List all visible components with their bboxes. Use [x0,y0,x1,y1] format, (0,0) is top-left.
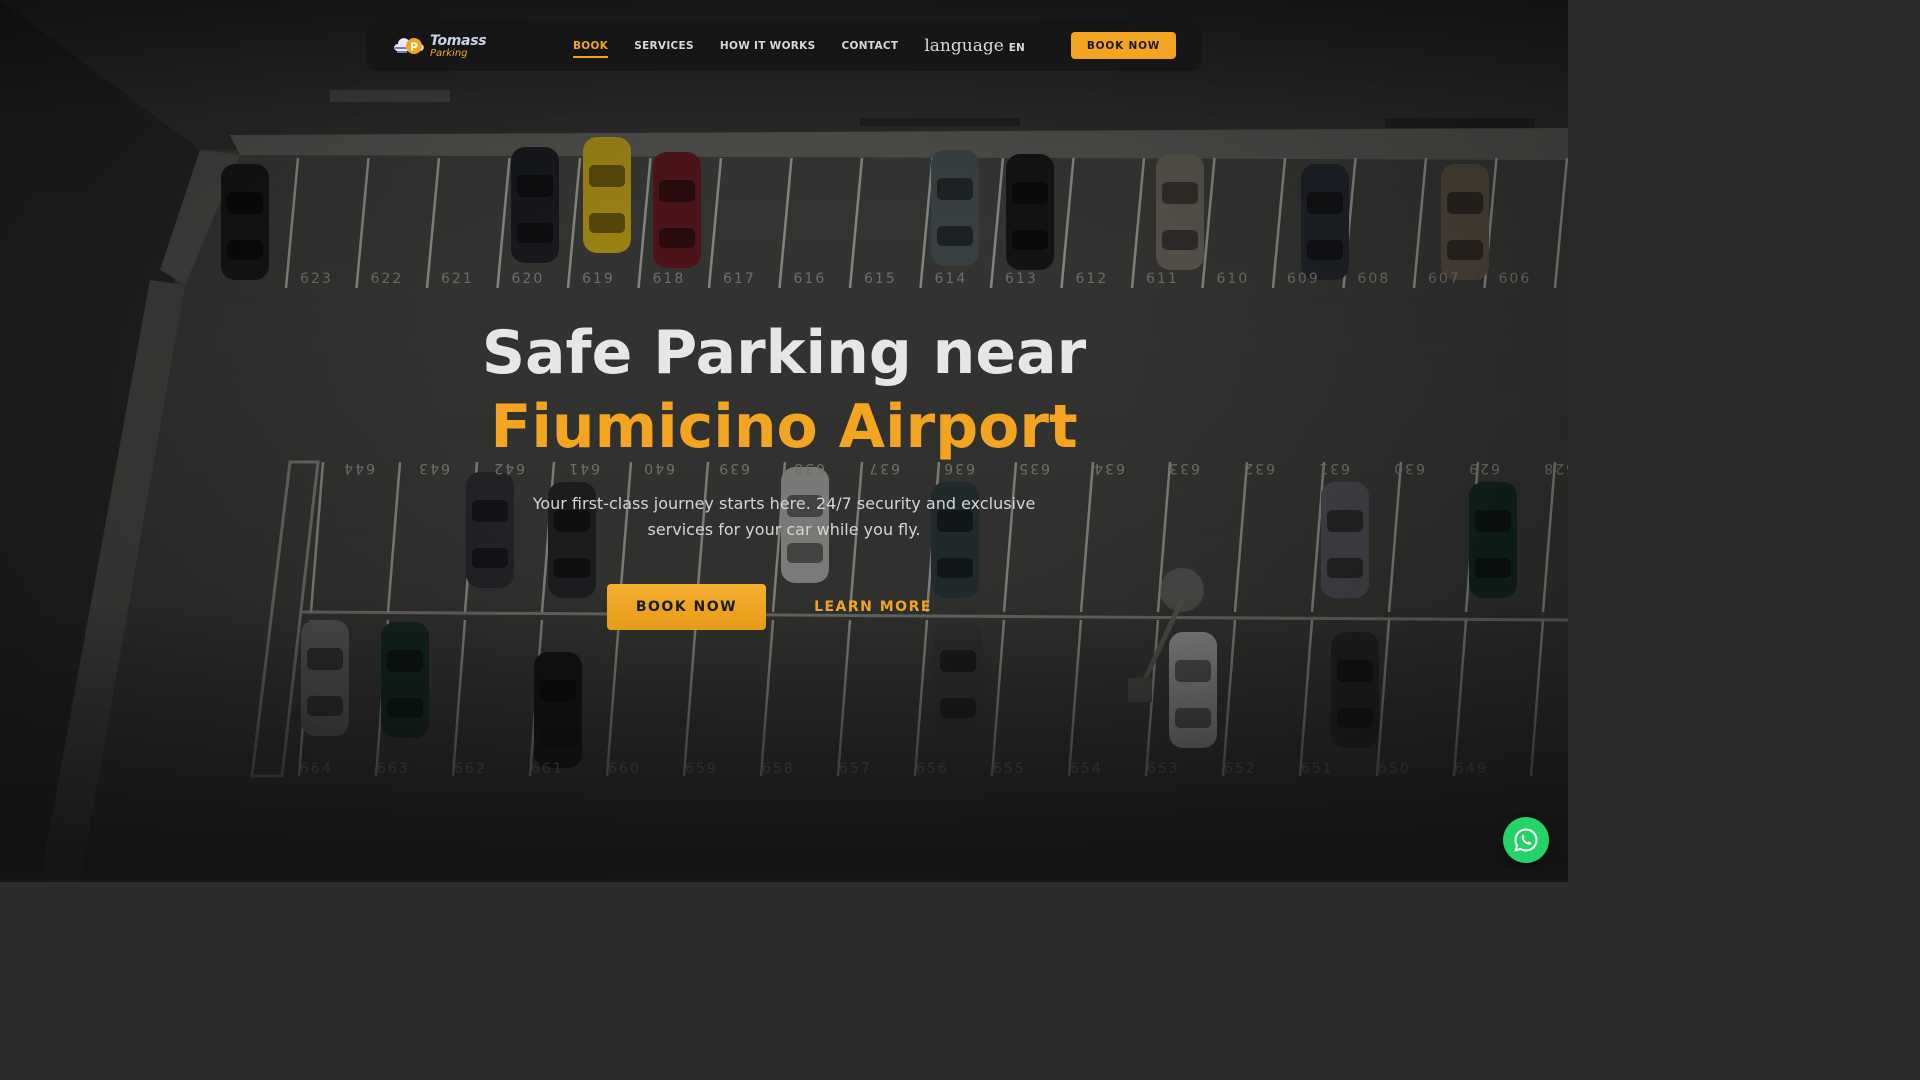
bay-number: 617 [723,271,756,287]
nav-link-services[interactable]: SERVICES [634,40,694,52]
bay-number: 635 [1017,460,1050,476]
bay-number: 630 [1392,460,1425,476]
parked-car [1156,154,1204,270]
bay-number: 610 [1217,271,1250,287]
brand-name: Tomass [430,32,487,49]
parked-car [221,164,269,280]
bay-number: 608 [1358,271,1391,287]
top-navbar: P Tomass Parking BOOK SERVICES HOW IT WO… [366,20,1202,71]
bay-number: 655 [993,761,1026,777]
nav-link-how-it-works[interactable]: HOW IT WORKS [720,40,816,52]
language-icon: language [924,35,1004,56]
bay-number: 657 [839,761,872,777]
bay-number: 620 [512,271,545,287]
bay-number: 616 [794,271,827,287]
bay-number: 658 [762,761,795,777]
bay-number: 631 [1317,460,1350,476]
bay-number: 664 [300,761,333,777]
bay-number: 612 [1076,271,1109,287]
bay-number: 623 [300,271,333,287]
language-code: EN [1008,41,1025,54]
nav-link-book[interactable]: BOOK [573,40,609,58]
parked-car [1331,632,1379,748]
bay-number: 621 [441,271,474,287]
parked-car [1301,164,1349,280]
parked-car [1321,482,1369,598]
bay-number: 663 [377,761,410,777]
nav-links: BOOK SERVICES HOW IT WORKS CONTACT langu… [573,20,1025,71]
bay-number: 660 [608,761,641,777]
bay-number: 642 [492,460,525,476]
parked-car [1006,154,1054,270]
bay-number: 618 [653,271,686,287]
bay-number: 662 [454,761,487,777]
brand-subname: Parking [430,47,468,59]
whatsapp-button[interactable] [1503,817,1549,863]
bay-number: 643 [417,460,450,476]
language-selector[interactable]: language EN [924,36,1024,56]
parked-car [934,622,982,738]
parked-car [1469,482,1517,598]
bay-number: 640 [642,460,675,476]
svg-text:P: P [410,41,418,54]
whatsapp-icon [1514,828,1538,852]
bay-number: 628 [1542,460,1568,476]
bay-number: 633 [1167,460,1200,476]
parked-car [381,622,429,738]
hero-learn-more-button[interactable]: LEARN MORE [795,584,951,630]
parked-car [653,152,701,268]
bay-number: 637 [867,460,900,476]
nav-book-now-button[interactable]: BOOK NOW [1071,32,1176,59]
parked-car [301,620,349,736]
bay-number: 639 [717,460,750,476]
bay-number: 652 [1224,761,1257,777]
bay-number: 606 [1499,271,1532,287]
parked-car [511,147,559,263]
bay-number: 634 [1092,460,1125,476]
bay-number: 651 [1301,761,1334,777]
parked-car [583,137,631,253]
hero-subtitle: Your first-class journey starts here. 24… [532,494,1036,539]
bay-number: 654 [1070,761,1103,777]
bay-number: 661 [531,761,564,777]
bay-number: 622 [371,271,404,287]
hero-title-line2: Fiumicino Airport [490,392,1078,462]
parked-car [1441,164,1489,280]
bay-number: 615 [864,271,897,287]
bay-number: 656 [916,761,949,777]
bay-number: 659 [685,761,718,777]
parked-car [1169,632,1217,748]
parked-car [931,150,979,266]
parked-car [534,652,582,768]
bay-number: 641 [567,460,600,476]
brand-logo[interactable]: P Tomass Parking [392,32,492,60]
bay-number: 614 [935,271,968,287]
bay-number: 644 [342,460,375,476]
bay-number: 609 [1287,271,1320,287]
bay-number: 619 [582,271,615,287]
bay-number: 629 [1467,460,1500,476]
cloud-p-logo-icon: P [392,33,426,59]
hero-book-now-button[interactable]: BOOK NOW [607,584,766,630]
bay-number: 632 [1242,460,1275,476]
bay-number: 607 [1428,271,1461,287]
bay-number: 653 [1147,761,1180,777]
bay-number: 613 [1005,271,1038,287]
nav-link-contact[interactable]: CONTACT [841,40,898,52]
bay-number: 650 [1378,761,1411,777]
hero-title-line1: Safe Parking near [481,318,1087,388]
bay-number: 611 [1146,271,1179,287]
bay-number: 636 [942,460,975,476]
bay-number: 638 [792,460,825,476]
bay-number: 649 [1455,761,1488,777]
